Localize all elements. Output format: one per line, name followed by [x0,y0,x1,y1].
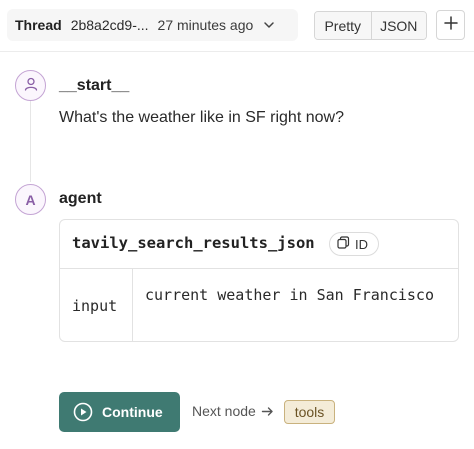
agent-node-title: agent [59,190,102,207]
add-button[interactable] [436,10,465,40]
next-node-indicator: Next node [192,403,280,419]
arg-key-cell: input [60,269,133,341]
thread-label: Thread [15,17,62,33]
copy-icon [337,236,350,252]
next-node-label: Next node [192,403,256,419]
agent-node-avatar: A [15,184,46,215]
timeline-connector [30,100,31,182]
copy-id-button[interactable]: ID [329,232,379,256]
start-node-title: __start__ [59,77,130,94]
tool-call-card: tavily_search_results_json ID input curr… [59,219,459,342]
thread-header: Thread 2b8a2cd9-... 27 minutes ago Prett… [0,0,474,52]
thread-id: 2b8a2cd9-... [70,17,149,33]
start-node-avatar [15,70,46,101]
thread-selector[interactable]: Thread 2b8a2cd9-... 27 minutes ago [7,9,298,41]
play-circle-icon [73,402,93,422]
view-mode-toggle: Pretty JSON [314,11,427,40]
user-message: What's the weather like in SF right now? [59,109,344,126]
plus-icon [443,15,459,36]
view-pretty-button[interactable]: Pretty [315,12,372,39]
continue-button[interactable]: Continue [59,392,180,432]
tool-call-name: tavily_search_results_json [72,234,315,252]
arrow-right-icon [261,405,274,418]
thread-timestamp: 27 minutes ago [157,17,254,33]
tool-call-header: tavily_search_results_json ID [60,220,458,269]
continue-label: Continue [102,404,163,420]
chevron-down-icon[interactable] [261,17,277,33]
arg-key: input [72,297,118,315]
next-node-badge[interactable]: tools [284,400,335,424]
copy-id-label: ID [355,236,368,252]
user-icon [23,76,39,95]
arg-value: current weather in San Francisco [145,286,434,304]
view-json-button[interactable]: JSON [371,12,426,39]
